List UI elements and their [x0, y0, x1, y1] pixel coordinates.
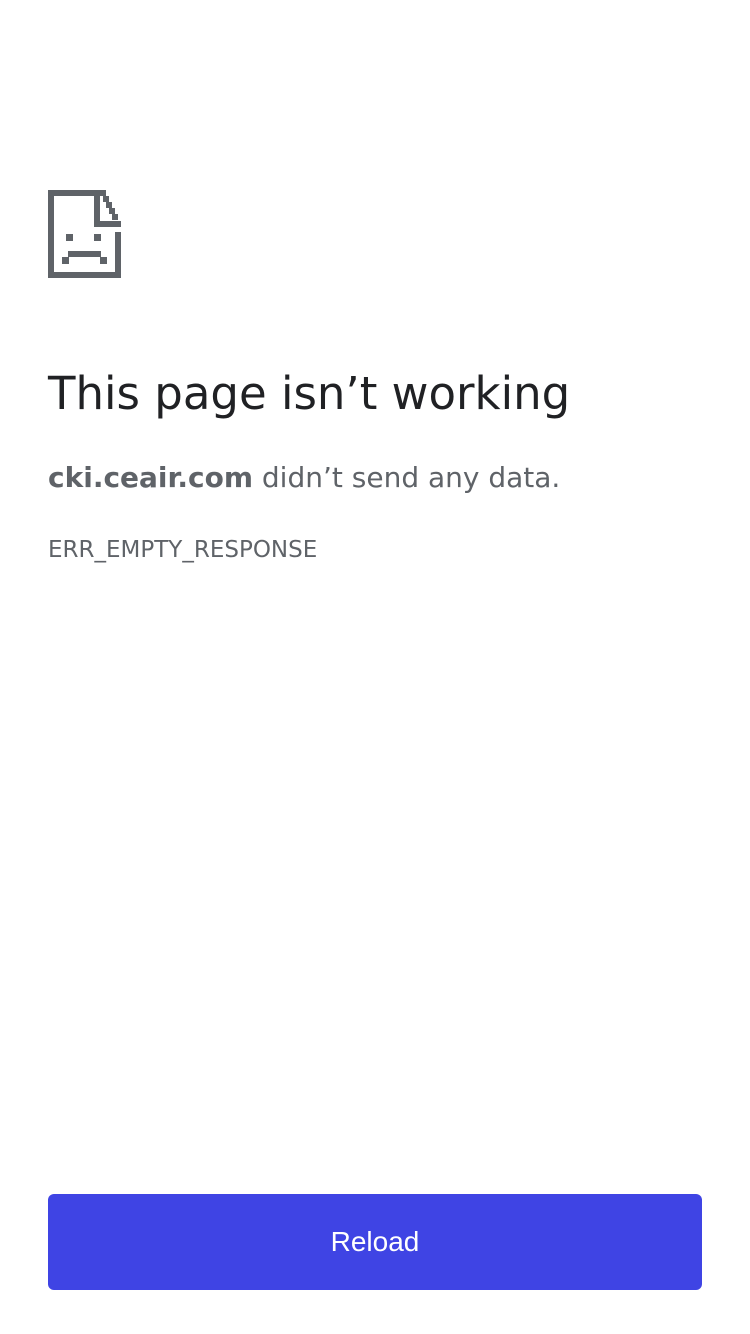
- sad-page-icon: [48, 190, 121, 278]
- error-message: cki.ceair.com didn’t send any data.: [48, 460, 560, 496]
- reload-button[interactable]: Reload: [48, 1194, 702, 1290]
- error-message-text: didn’t send any data.: [261, 461, 561, 494]
- error-code: ERR_EMPTY_RESPONSE: [48, 537, 318, 563]
- page-title: This page isn’t working: [48, 367, 571, 420]
- error-host: cki.ceair.com: [48, 461, 253, 494]
